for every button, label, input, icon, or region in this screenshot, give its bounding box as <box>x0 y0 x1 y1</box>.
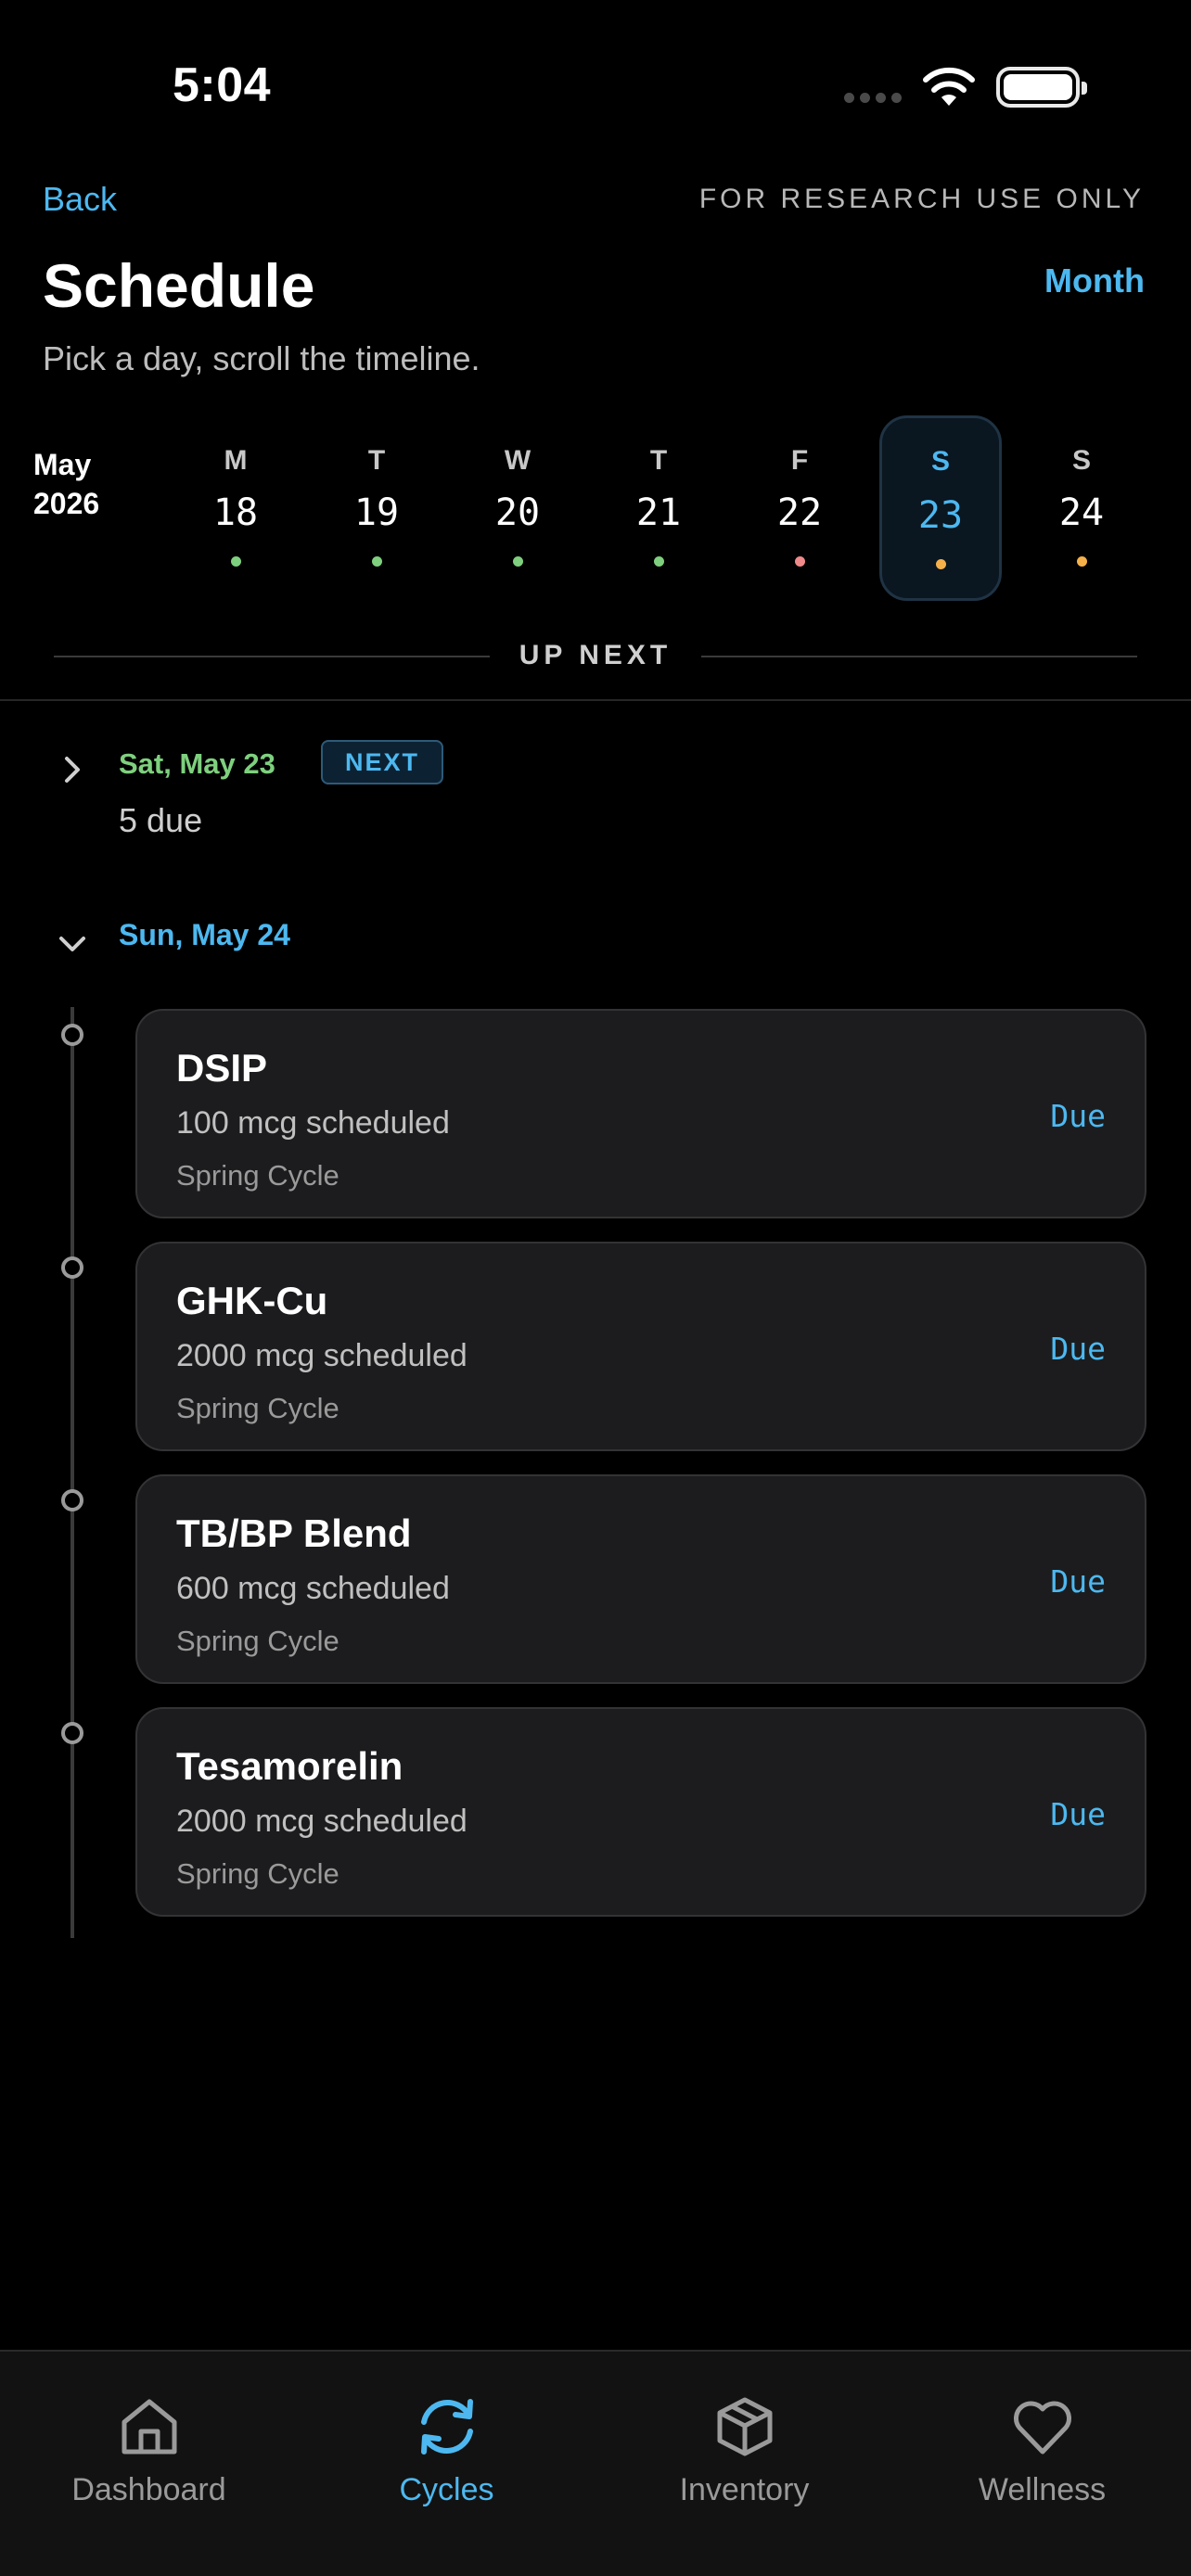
dose-amount: 2000 mcg scheduled <box>176 1804 467 1839</box>
week-day-22[interactable]: F 22 <box>738 415 861 601</box>
day-number: 24 <box>1058 491 1105 534</box>
dose-cycle: Spring Cycle <box>176 1625 339 1657</box>
dose-name: GHK-Cu <box>176 1279 328 1322</box>
day-number: 19 <box>353 491 400 534</box>
weekday-letter: M <box>224 445 248 476</box>
dose-amount: 600 mcg scheduled <box>176 1571 450 1606</box>
wifi-icon <box>923 67 975 106</box>
weekday-letter: T <box>649 445 668 476</box>
refresh-icon <box>421 2399 473 2455</box>
chevron-down-icon[interactable] <box>54 925 91 963</box>
week-day-19[interactable]: T 19 <box>315 415 438 601</box>
heart-icon <box>1014 2401 1071 2455</box>
box-icon <box>717 2397 773 2456</box>
week-day-strip: M 18 T 19 W 20 T 21 F 22 S 23 S 24 <box>174 415 1176 601</box>
day-status-dot <box>231 556 241 567</box>
tab-wellness[interactable]: Wellness <box>893 2352 1191 2537</box>
cellular-signal-icon <box>844 93 902 103</box>
weekday-letter: T <box>367 445 386 476</box>
status-bar: 5:04 <box>0 0 1191 167</box>
group-date-header[interactable]: Sun, May 24 <box>119 918 290 952</box>
tab-label: Inventory <box>679 2472 810 2507</box>
tab-dashboard[interactable]: Dashboard <box>0 2352 298 2537</box>
page-title: Schedule <box>43 251 315 320</box>
month-label: May <box>33 448 92 481</box>
timeline-node <box>61 1256 83 1279</box>
tab-label: Dashboard <box>71 2472 226 2507</box>
dose-name: TB/BP Blend <box>176 1511 412 1555</box>
timeline-node <box>61 1489 83 1511</box>
dose-cycle: Spring Cycle <box>176 1159 339 1192</box>
dose-status[interactable]: Due <box>1050 1796 1106 1832</box>
dose-status[interactable]: Due <box>1050 1098 1106 1134</box>
month-view-button[interactable]: Month <box>1044 261 1145 300</box>
tab-bar: Dashboard Cycles Inventory Wellness <box>0 2350 1191 2576</box>
day-number: 18 <box>212 491 259 534</box>
tab-label: Cycles <box>399 2472 494 2507</box>
weekday-letter: W <box>504 445 531 476</box>
day-number: 21 <box>635 491 682 534</box>
dose-status[interactable]: Due <box>1050 1331 1106 1367</box>
dose-status[interactable]: Due <box>1050 1563 1106 1600</box>
divider-line-right <box>701 656 1137 657</box>
day-status-dot <box>513 556 523 567</box>
day-number: 20 <box>494 491 541 534</box>
section-divider <box>0 699 1191 701</box>
tab-inventory[interactable]: Inventory <box>596 2352 893 2537</box>
weekday-letter: S <box>1071 445 1091 476</box>
day-status-dot <box>372 556 382 567</box>
day-status-dot <box>936 559 946 569</box>
day-status-dot <box>1077 556 1087 567</box>
week-day-20[interactable]: W 20 <box>456 415 579 601</box>
up-next-divider: UP NEXT <box>54 636 1137 673</box>
week-day-24[interactable]: S 24 <box>1020 415 1143 601</box>
back-button[interactable]: Back <box>43 180 117 219</box>
dose-card[interactable]: GHK-Cu 2000 mcg scheduled Spring Cycle Due <box>135 1242 1146 1451</box>
day-number: 23 <box>917 494 964 537</box>
dose-cycle: Spring Cycle <box>176 1857 339 1890</box>
dose-amount: 2000 mcg scheduled <box>176 1338 467 1373</box>
dose-card[interactable]: Tesamorelin 2000 mcg scheduled Spring Cycl… <box>135 1707 1146 1917</box>
timeline-node <box>61 1722 83 1744</box>
dose-cycle: Spring Cycle <box>176 1392 339 1424</box>
day-number: 22 <box>776 491 823 534</box>
week-day-18[interactable]: M 18 <box>174 415 297 601</box>
week-day-23[interactable]: S 23 <box>879 415 1002 601</box>
page-subtitle: Pick a day, scroll the timeline. <box>43 339 480 377</box>
research-disclaimer: FOR RESEARCH USE ONLY <box>698 184 1145 214</box>
dose-name: Tesamorelin <box>176 1744 403 1788</box>
status-time: 5:04 <box>173 58 272 112</box>
group-due-count: 5 due <box>119 801 203 839</box>
day-status-dot <box>654 556 664 567</box>
dose-amount: 100 mcg scheduled <box>176 1105 450 1141</box>
tab-cycles[interactable]: Cycles <box>298 2352 596 2537</box>
weekday-letter: F <box>790 445 809 476</box>
month-year-label: May 2026 <box>33 445 99 523</box>
week-day-21[interactable]: T 21 <box>597 415 720 601</box>
dose-card[interactable]: DSIP 100 mcg scheduled Spring Cycle Due <box>135 1009 1146 1218</box>
day-status-dot <box>795 556 805 567</box>
timeline-line <box>70 1007 74 1938</box>
year-label: 2026 <box>33 487 100 520</box>
group-date-header[interactable]: Sat, May 23 <box>119 747 275 781</box>
dose-card[interactable]: TB/BP Blend 600 mcg scheduled Spring Cycle… <box>135 1474 1146 1684</box>
weekday-letter: S <box>930 446 950 477</box>
chevron-right-icon[interactable] <box>54 751 91 788</box>
tab-label: Wellness <box>978 2472 1107 2507</box>
battery-icon <box>996 67 1087 108</box>
next-badge: NEXT <box>321 740 443 784</box>
dose-name: DSIP <box>176 1046 268 1090</box>
timeline-node <box>61 1024 83 1046</box>
home-icon <box>122 2399 177 2455</box>
